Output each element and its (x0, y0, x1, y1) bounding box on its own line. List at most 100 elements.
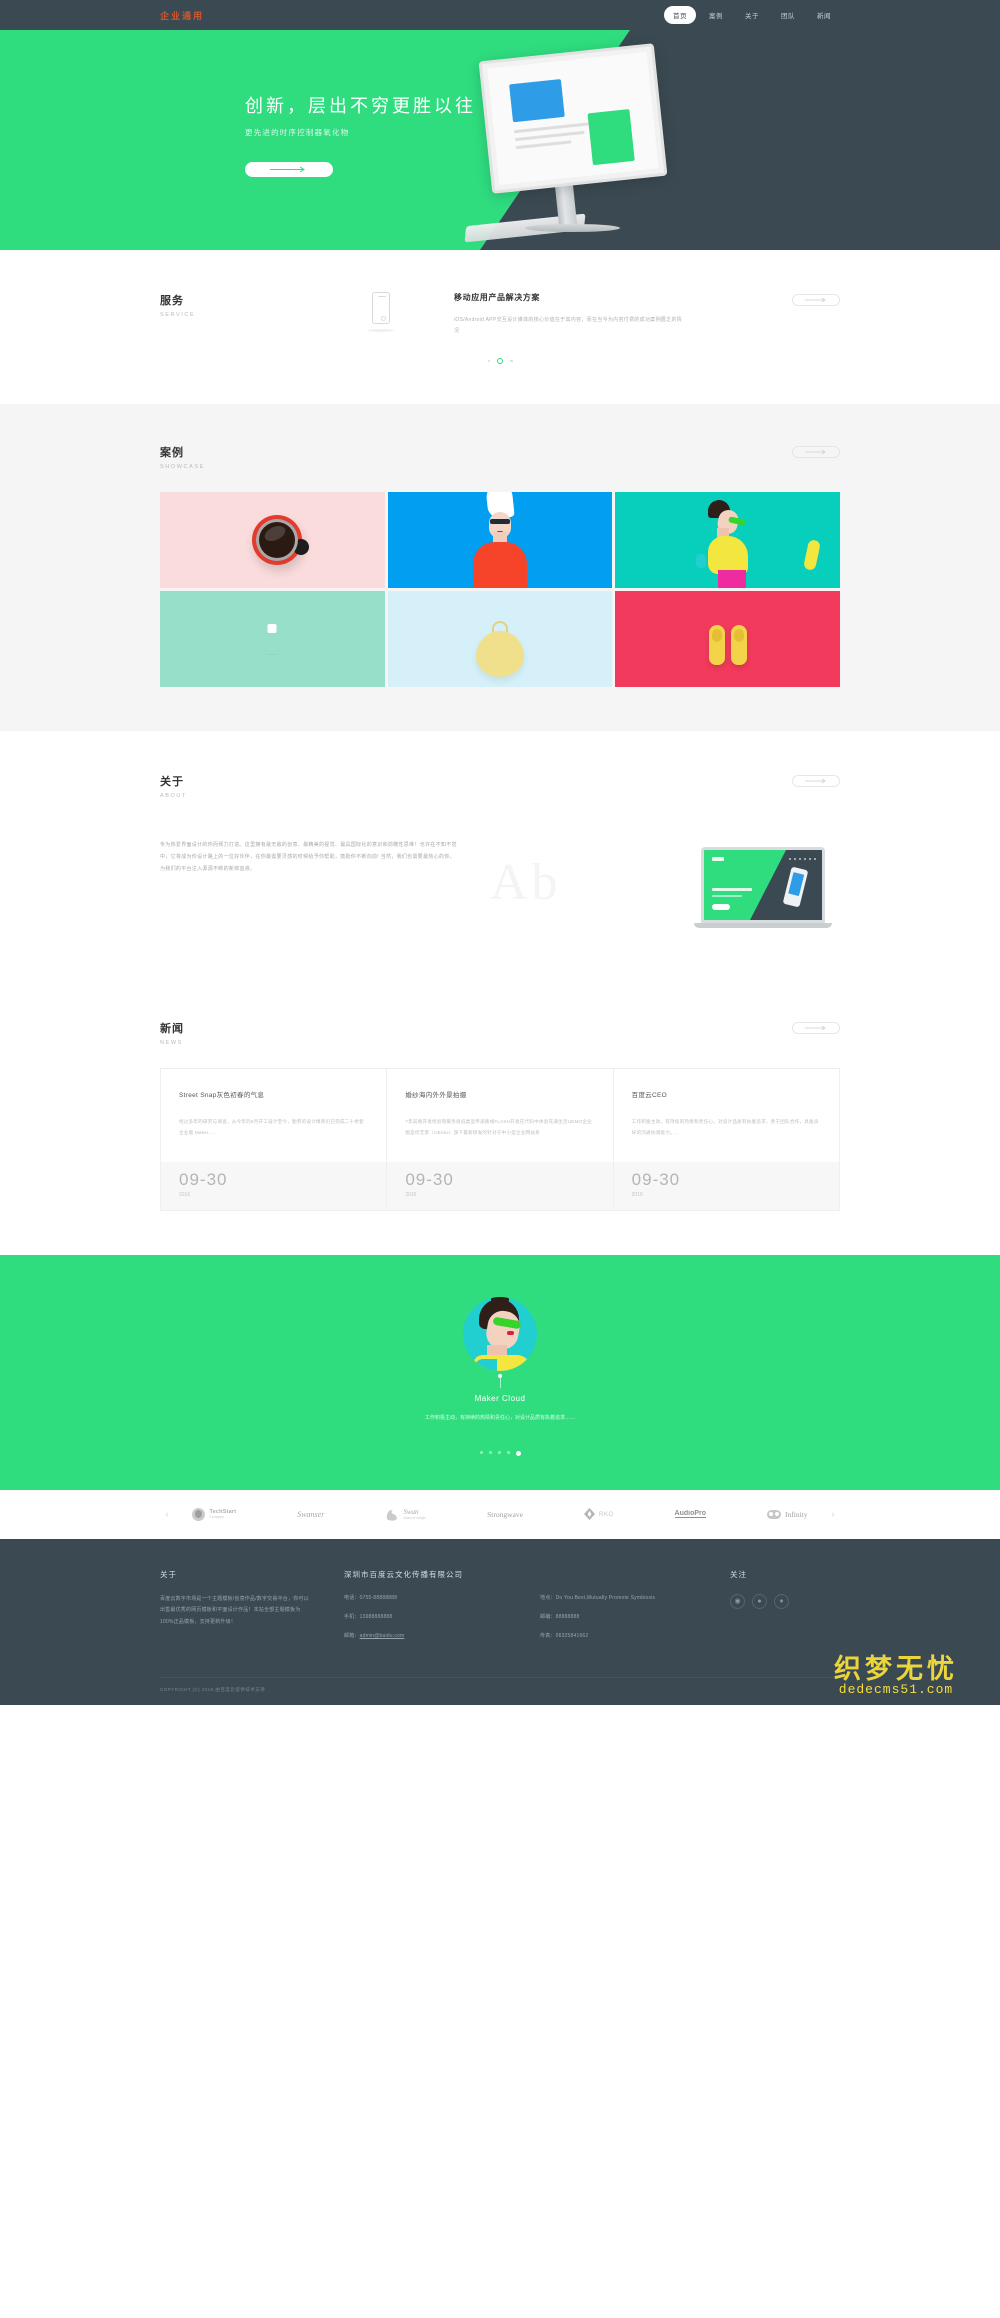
partner-name: RKO (598, 1510, 614, 1518)
hero-copy: 创新，层出不穷更胜以往 更先进的时序控制器氧化物 (245, 92, 476, 177)
watermark-domain: dedecms51.com (838, 1681, 954, 1697)
infinity-icon (767, 1509, 782, 1519)
news-card-desc: 经过多年的研究与调查，从今年的6月开工设计至今，勤劳的设计精英们已完成二十余套企… (179, 1119, 364, 1135)
contact-label: 传真 (540, 1632, 551, 1639)
news-card[interactable]: 百度云CEO 工作积极主动，有持续的热情和责任心，对设计品质有执着追求，善于团队… (613, 1069, 839, 1211)
laptop-screen-nav (789, 858, 816, 860)
partner-logo-techstart[interactable]: TechStart Company (192, 1507, 236, 1521)
contact-value: 88888888 (555, 1613, 580, 1620)
nav-item-news[interactable]: 新闻 (808, 6, 840, 24)
nav-item-about[interactable]: 关于 (736, 6, 768, 24)
nav-item-home[interactable]: 首页 (664, 6, 696, 24)
yellow-bag-graphic (475, 631, 524, 677)
carousel-dot-1[interactable] (487, 359, 490, 363)
news-card[interactable]: Street Snap灰色初春的气息 经过多年的研究与调查，从今年的6月开工设计… (161, 1069, 388, 1211)
hero-cta-button[interactable] (245, 162, 333, 177)
imac-base (525, 224, 620, 232)
white-square-graphic (267, 623, 277, 633)
partner-logo-audiopro[interactable]: AudioPro (674, 1510, 707, 1519)
case-item-yellow-shoes[interactable] (615, 591, 840, 687)
footer-company-name: 深圳市百度云文化传播有限公司 (344, 1569, 463, 1579)
showcase-heading-block: 案例 SHOWCASE (160, 444, 205, 470)
contact-email-link[interactable]: admin@baidu.com (360, 1633, 405, 1639)
team-member-name: Maker Cloud (474, 1394, 526, 1404)
team-dot-5-active[interactable] (515, 1450, 521, 1456)
site-logo[interactable]: 企业通用 (160, 9, 204, 22)
service-item[interactable]: 移动应用产品解决方案 iOS/Android APP交互设计媒体的核心价值在于其… (454, 292, 684, 336)
carousel-dot-3[interactable] (510, 359, 513, 363)
footer-about-column: 关于 百度云数字市场是一个主题模板/创意作品/数字交易平台，你可以出售最优秀的网… (160, 1569, 310, 1651)
news-list: Street Snap灰色初春的气息 经过多年的研究与调查，从今年的6月开工设计… (160, 1068, 840, 1212)
contact-label: 邮编 (540, 1613, 551, 1620)
screen-blue-block (509, 79, 565, 123)
arrow-right-icon (270, 166, 305, 173)
team-dot-2[interactable] (488, 1450, 492, 1454)
yellow-top-graphic (707, 536, 748, 574)
wechat-icon[interactable]: ♦ (774, 1593, 789, 1609)
case-item-yellow-bag[interactable] (387, 591, 613, 687)
team-dot-3[interactable] (497, 1450, 501, 1454)
partner-logo-strongwave[interactable]: Strongwave (487, 1510, 523, 1519)
contact-label: 电话 (344, 1594, 355, 1601)
site-header: 企业通用 首页 案例 关于 团队 新闻 (0, 0, 1000, 30)
showcase-grid (160, 492, 840, 687)
chevron-left-icon[interactable]: ‹ (160, 1509, 174, 1519)
team-dot-4[interactable] (506, 1450, 510, 1454)
partner-sub: make of simple (403, 1516, 427, 1521)
footer-contact-column: 深圳市百度云文化传播有限公司 电话：0755-88888888 手机：13988… (344, 1569, 696, 1651)
news-card-year: 2016 (179, 1192, 191, 1199)
showcase-section: 案例 SHOWCASE (0, 404, 1000, 731)
imac-screen (478, 43, 668, 194)
nav-item-team[interactable]: 团队 (772, 6, 804, 24)
weibo-icon[interactable]: ◉ (730, 1593, 745, 1609)
watermark-chinese: 织梦无忧 (834, 1653, 958, 1684)
partner-logo-swanser[interactable]: Swanser (297, 1510, 324, 1519)
news-card[interactable]: 婚纱海内外外景拍摄 7年前端开发经验管服务很低类运传递路线FLASH开发在代码中… (387, 1069, 614, 1211)
laptop-screen-button (712, 904, 730, 910)
right-shoe-graphic (730, 625, 747, 665)
about-ghost-text: Ab (490, 854, 562, 911)
arrow-right-icon (805, 1025, 826, 1031)
footer-contact-mobile: 手机：13988888888 (344, 1613, 393, 1620)
screen-line-2 (514, 130, 585, 142)
news-heading-block: 新闻 NEWS (160, 1020, 184, 1046)
avatar-lips (507, 1331, 514, 1336)
service-carousel-dots (160, 358, 840, 364)
diamond-icon (583, 1508, 595, 1521)
nav-item-cases[interactable]: 案例 (700, 6, 732, 24)
about-more-button[interactable] (792, 775, 840, 787)
red-sweater-graphic (472, 542, 527, 588)
footer-contacts-left: 电话：0755-88888888 手机：13988888888 邮箱：admin… (344, 1594, 500, 1651)
carousel-dot-2-active[interactable] (497, 358, 503, 364)
case-item-mint-minimal[interactable] (160, 591, 385, 687)
partner-logo-rko[interactable]: RKO (583, 1508, 614, 1521)
laptop-screen-headline (712, 888, 752, 891)
case-item-yellow-fashion[interactable] (615, 492, 840, 588)
service-more-button[interactable] (792, 294, 840, 306)
techstart-mark-icon (192, 1507, 206, 1521)
hero-title: 创新，层出不穷更胜以往 (245, 96, 476, 116)
site-footer: 关于 百度云数字市场是一个主题模板/创意作品/数字交易平台，你可以出售最优秀的网… (0, 1538, 1000, 1705)
case-item-white-hat-model[interactable] (387, 492, 613, 588)
about-subtitle: ABOUT (160, 793, 187, 799)
qq-icon[interactable]: ● (752, 1593, 767, 1609)
partner-logo-swan[interactable]: Swan make of simple (385, 1508, 426, 1521)
team-dot-1[interactable] (479, 1450, 483, 1454)
yellow-sleeve (803, 539, 821, 571)
service-heading-block: 服务 SERVICE (160, 292, 360, 318)
footer-contact-email[interactable]: 邮箱：admin@baidu.com (344, 1632, 500, 1639)
showcase-more-button[interactable] (792, 446, 840, 458)
contact-value: 06325841662 (555, 1632, 589, 1639)
contact-label: 地点 (540, 1594, 551, 1601)
partner-name: Infinity (785, 1509, 808, 1519)
chevron-right-icon[interactable]: › (826, 1509, 840, 1519)
partner-name: Strongwave (487, 1509, 523, 1519)
laptop-screen-logo (712, 857, 724, 861)
contact-label: 邮箱 (344, 1632, 355, 1639)
footer-copyright: COPYRIGHT (C) 2016 由百度云提供技术支持 (160, 1676, 840, 1705)
smartphone-icon (372, 292, 390, 324)
partner-logo-infinity[interactable]: Infinity (767, 1509, 808, 1519)
case-item-coffee-cup[interactable] (160, 492, 385, 588)
news-card-title: 百度云CEO (631, 1092, 668, 1099)
news-more-button[interactable] (792, 1022, 840, 1034)
